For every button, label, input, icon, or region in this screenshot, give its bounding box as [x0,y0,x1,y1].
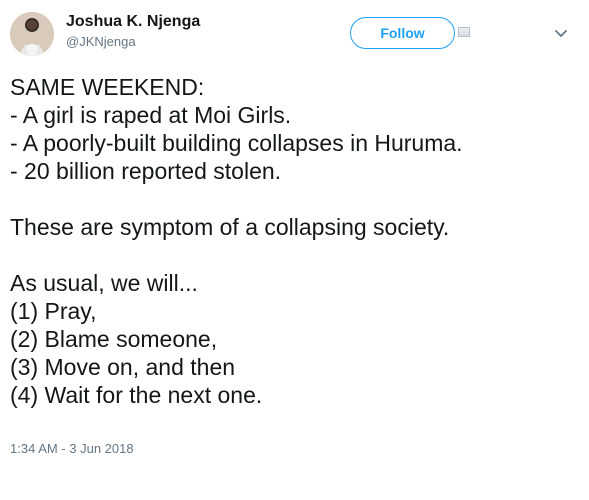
tweet-text-line: - A poorly-built building collapses in H… [10,130,463,156]
tweet-author: Joshua K. Njenga @JKNjenga [66,12,316,51]
tweet-text-line: SAME WEEKEND: [10,74,205,100]
author-handle[interactable]: @JKNjenga [66,33,316,51]
tweet-timestamp[interactable]: 1:34 AM - 3 Jun 2018 [10,440,134,458]
avatar-image [10,12,54,56]
tweet-text-line: - A girl is raped at Moi Girls. [10,102,292,128]
tweet-text-line: (1) Pray, [10,298,97,324]
tweet-text-line: These are symptom of a collapsing societ… [10,214,450,240]
tweet-text-spacer [10,241,580,269]
avatar[interactable] [10,12,54,56]
tweet-text-line: - 20 billion reported stolen. [10,158,282,184]
tweet-text: SAME WEEKEND: - A girl is raped at Moi G… [10,73,580,409]
tweet-text-spacer [10,185,580,213]
badge-icon [458,27,470,37]
follow-button[interactable]: Follow [350,17,455,49]
tweet-text-line: As usual, we will... [10,270,198,296]
author-display-name[interactable]: Joshua K. Njenga [66,12,316,32]
tweet-card: Joshua K. Njenga @JKNjenga Follow SAME W… [0,0,589,500]
tweet-text-line: (2) Blame someone, [10,326,218,352]
tweet-text-line: (3) Move on, and then [10,354,236,380]
tweet-menu-button[interactable] [552,25,570,43]
chevron-down-icon [555,30,567,37]
tweet-text-line: (4) Wait for the next one. [10,382,263,408]
